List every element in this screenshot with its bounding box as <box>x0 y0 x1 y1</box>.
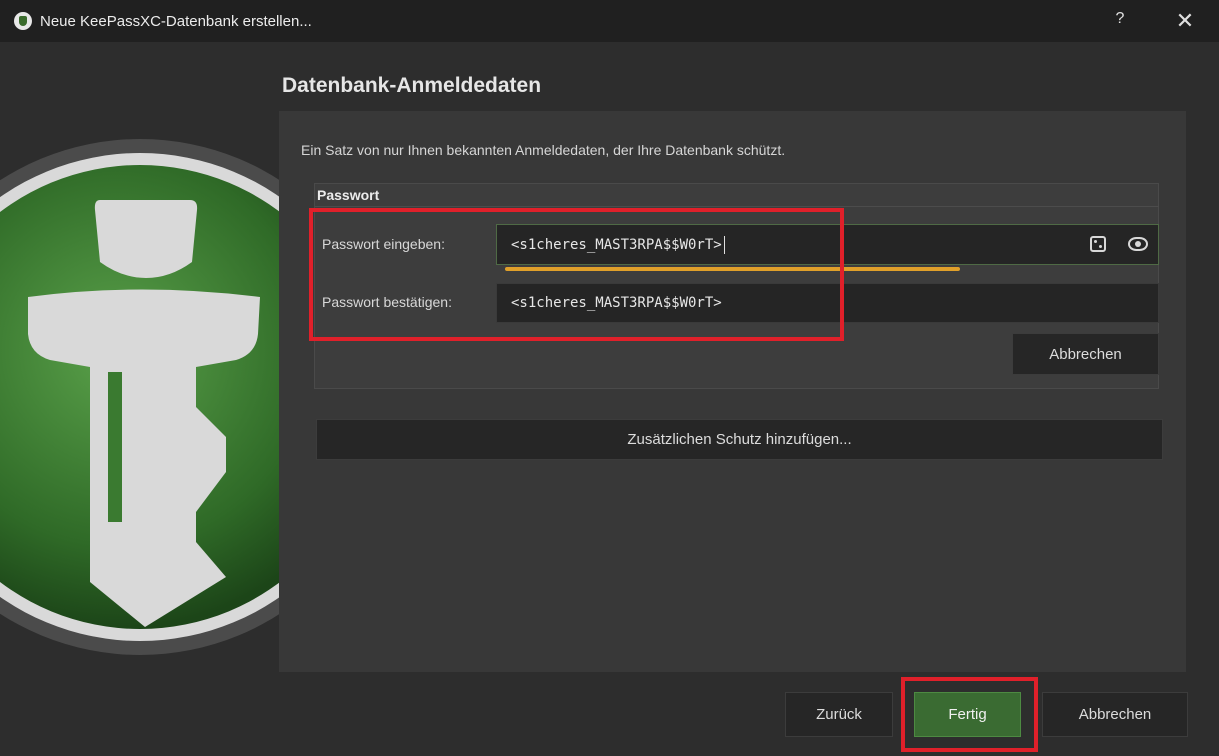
help-button[interactable]: ? <box>1108 10 1132 32</box>
group-divider <box>315 206 1159 207</box>
eye-show-password-icon[interactable] <box>1128 237 1148 251</box>
keepassxc-logo <box>0 42 290 662</box>
page-description: Ein Satz von nur Ihnen bekannten Anmelde… <box>301 142 786 158</box>
cancel-button[interactable]: Abbrechen <box>1042 692 1188 737</box>
window-titlebar: Neue KeePassXC-Datenbank erstellen... ? … <box>0 0 1219 42</box>
page-title: Datenbank-Anmeldedaten <box>282 74 542 97</box>
keepassxc-app-icon <box>14 12 32 30</box>
add-protection-button[interactable]: Zusätzlichen Schutz hinzufügen... <box>316 419 1163 460</box>
window-title: Neue KeePassXC-Datenbank erstellen... <box>40 13 312 30</box>
password-group-title: Passwort <box>317 187 380 203</box>
dice-generate-icon[interactable] <box>1090 236 1106 252</box>
close-button[interactable]: ✕ <box>1168 6 1202 36</box>
password-cancel-button[interactable]: Abbrechen <box>1012 333 1159 375</box>
password-highlight-box <box>309 208 844 341</box>
back-button[interactable]: Zurück <box>785 692 893 737</box>
finish-highlight-box <box>901 677 1038 752</box>
